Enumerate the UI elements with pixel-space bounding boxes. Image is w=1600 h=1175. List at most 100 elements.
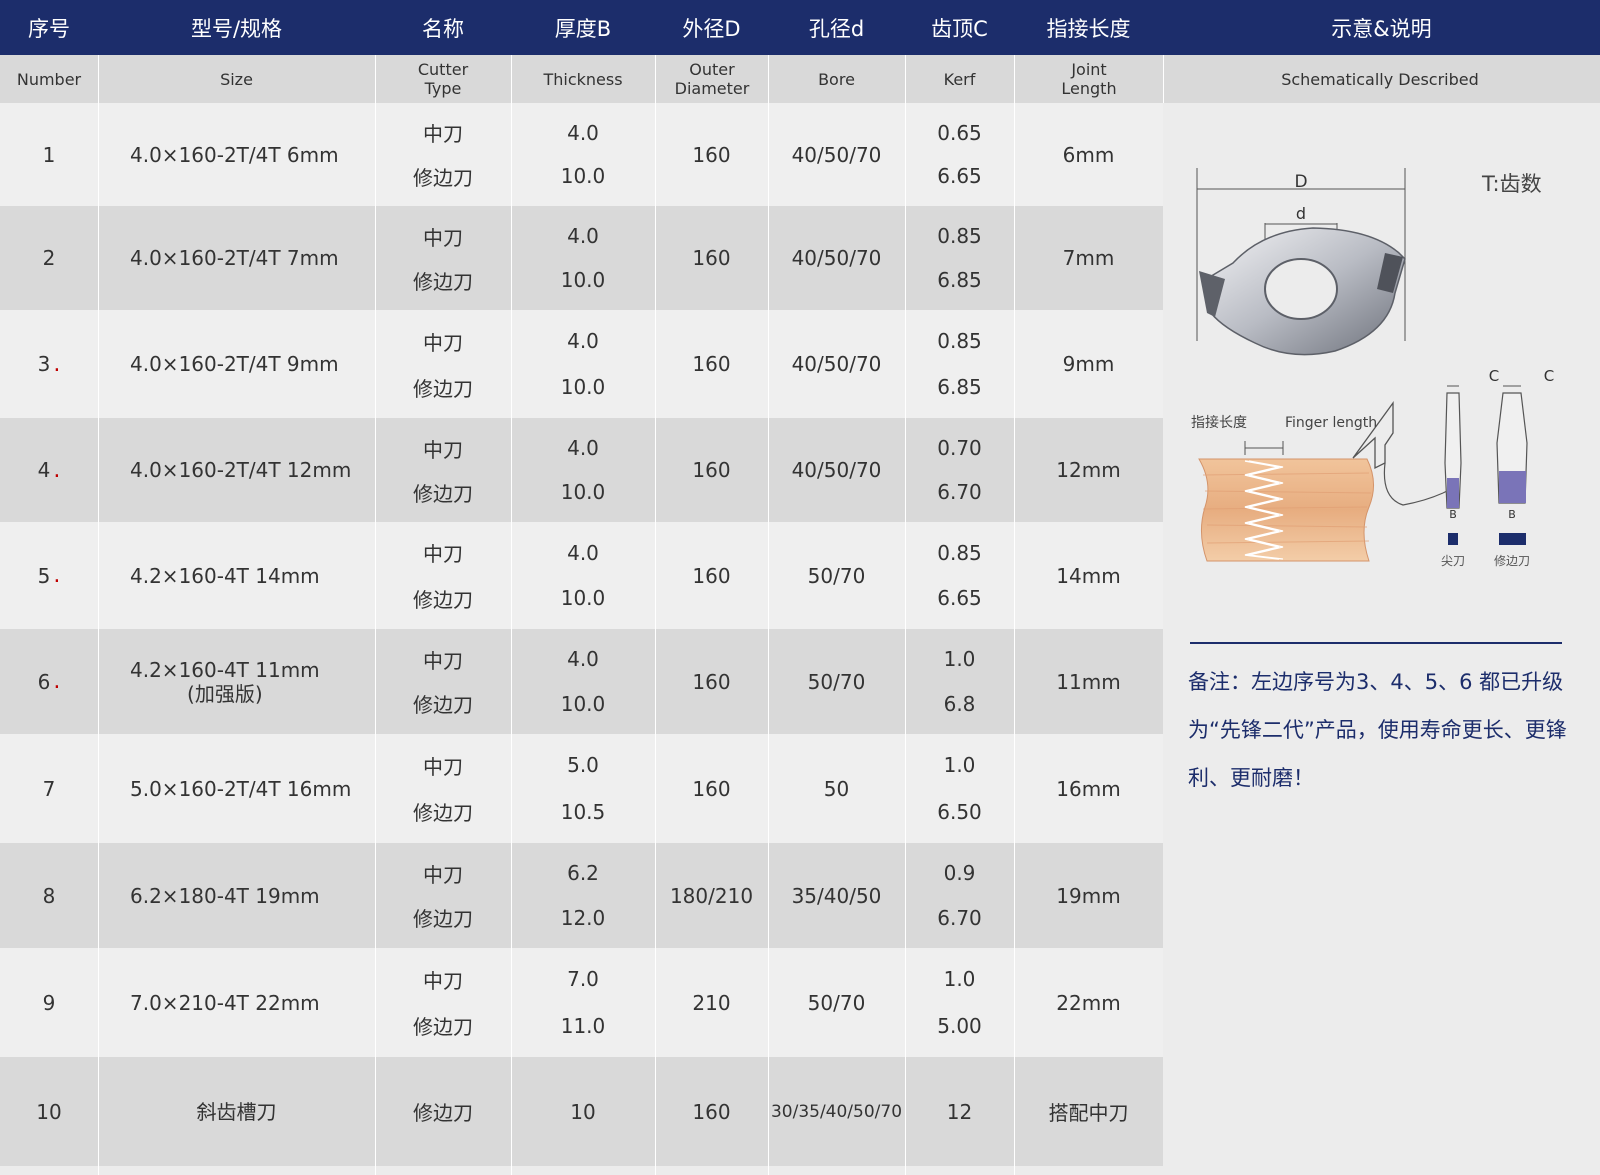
size-text: 4.0×160-2T/4T 9mm [130, 352, 339, 376]
cell-cutter-name: 中刀 修边刀 [375, 629, 511, 734]
cell-bore: 50/70 [768, 948, 905, 1057]
cell-bore: 40/50/70 [768, 310, 905, 418]
cell-cutter-name: 中刀 修边刀 [375, 310, 511, 418]
cell-cutter-name: 中刀 修边刀 [375, 418, 511, 522]
table-row: 10 斜齿槽刀 修边刀 10 160 30/35/40/50/70 12 搭配中刀 [0, 1057, 1163, 1166]
label-finger-cn: 指接长度 [1191, 414, 1247, 431]
cell-joint-length: 12mm [1014, 418, 1163, 522]
row-number: 1 [42, 142, 56, 167]
cell-number: 9 [0, 948, 98, 1057]
cell-thickness-value: 6.2 [567, 861, 599, 886]
cell-kerf-value: 0.70 [937, 436, 982, 460]
cell-kerf: 0.85 6.85 [905, 206, 1014, 310]
column-divider [1014, 55, 1015, 1175]
cell-cutter-name: 中刀 修边刀 [375, 734, 511, 843]
size-note: (加强版) [187, 681, 263, 706]
header-cutter-en: Cutter Type [417, 60, 469, 98]
cell-size: 6.2×180-4T 19mm [98, 843, 375, 948]
cell-bore: 50 [768, 734, 905, 843]
cell-kerf: 0.70 6.70 [905, 418, 1014, 522]
upgrade-note: 备注：左边序号为3、4、5、6 都已升级为“先锋二代”产品，使用寿命更长、更锋利… [1188, 670, 1567, 790]
cell-cutter-name-value: 修边刀 [413, 1015, 473, 1040]
header-joint-cn: 指接长度 [1046, 16, 1131, 41]
cell-thickness-value: 4.0 [567, 540, 599, 565]
row-number: 8 [42, 883, 56, 908]
cell-cutter-name: 中刀 修边刀 [375, 948, 511, 1057]
outer-value: 160 [692, 246, 731, 270]
cell-size: 4.2×160-4T 14mm [98, 522, 375, 629]
column-divider [375, 55, 376, 1175]
table-row: 5. 4.2×160-4T 14mm 中刀 修边刀 4.0 10.0 160 50/70 0.8… [0, 522, 1163, 629]
cell-thickness-value: 4.0 [567, 329, 599, 353]
cell-kerf-value: 1.0 [943, 753, 976, 778]
size-text: 4.0×160-2T/4T 6mm [130, 143, 339, 167]
cell-outer-diameter: 210 [655, 948, 768, 1057]
cell-cutter-name: 中刀 修边刀 [375, 206, 511, 310]
cell-cutter-name-value: 修边刀 [413, 1101, 473, 1125]
cell-size: 4.0×160-2T/4T 6mm [98, 103, 375, 206]
header-joint-en: Joint Length [1061, 60, 1117, 98]
upgrade-dot: . [53, 351, 61, 377]
upgrade-dot: . [53, 457, 61, 483]
size-value: 7.0×210-4T 22mm [130, 990, 320, 1015]
outer-value: 160 [692, 1099, 731, 1124]
cell-size: 斜齿槽刀 [98, 1057, 375, 1166]
cell-number: 10 [0, 1057, 98, 1166]
size-value: 4.2×160-4T 14mm [130, 563, 320, 588]
cell-cutter-name: 修边刀 [375, 1057, 511, 1166]
cell-size: 4.0×160-2T/4T 7mm [98, 206, 375, 310]
outer-value: 160 [692, 776, 731, 801]
column-divider [511, 55, 512, 1175]
cell-kerf: 1.0 6.50 [905, 734, 1014, 843]
outer-value: 160 [692, 458, 731, 482]
cell-thickness: 4.0 10.0 [511, 310, 655, 418]
joint-value: 19mm [1056, 883, 1121, 908]
size-text: 4.2×160-4T 11mm (加强版) [130, 658, 320, 706]
cell-outer-diameter: 160 [655, 103, 768, 206]
cell-kerf: 1.0 5.00 [905, 948, 1014, 1057]
cell-cutter-name-value: 中刀 [423, 122, 463, 147]
cell-number: 3. [0, 310, 98, 418]
cell-kerf-value: 6.85 [937, 375, 982, 399]
bore-value: 40/50/70 [791, 142, 882, 167]
cell-number: 6. [0, 629, 98, 734]
cell-kerf-value: 6.85 [937, 268, 982, 292]
cell-joint-length: 搭配中刀 [1014, 1057, 1163, 1166]
cell-outer-diameter: 160 [655, 734, 768, 843]
cell-number: 8 [0, 843, 98, 948]
cell-thickness: 4.0 10.0 [511, 522, 655, 629]
cell-number: 4. [0, 418, 98, 522]
cell-kerf-value: 1.0 [943, 967, 976, 992]
header-number-en: Number [16, 69, 82, 89]
cell-thickness-value: 10.0 [560, 268, 606, 292]
header-kerf-cn: 齿顶C [931, 16, 988, 41]
cell-thickness: 4.0 10.0 [511, 418, 655, 522]
cell-kerf-value: 5.00 [937, 1013, 982, 1038]
header-size-en: Size [220, 69, 253, 89]
finger-joint-diagram [1198, 441, 1374, 562]
cell-cutter-name-value: 中刀 [423, 437, 463, 462]
cell-number: 5. [0, 522, 98, 629]
cell-thickness: 7.0 11.0 [511, 948, 655, 1057]
cell-outer-diameter: 160 [655, 522, 768, 629]
table-row: 9 7.0×210-4T 22mm 中刀 修边刀 7.0 11.0 210 50/70 1.0 5… [0, 948, 1163, 1057]
cell-kerf-value: 6.8 [943, 691, 976, 716]
header-kerf-en: Kerf [943, 69, 976, 89]
size-text: 5.0×160-2T/4T 16mm [130, 777, 351, 801]
column-divider [905, 55, 906, 1175]
cell-cutter-name-value: 修边刀 [413, 165, 473, 190]
cell-kerf-value: 0.85 [937, 224, 982, 248]
cell-joint-length: 16mm [1014, 734, 1163, 843]
joint-value: 14mm [1056, 563, 1121, 588]
cell-outer-diameter: 180/210 [655, 843, 768, 948]
header-name-cn: 名称 [422, 16, 464, 41]
cell-joint-length: 11mm [1014, 629, 1163, 734]
cell-thickness-value: 11.0 [560, 1013, 606, 1038]
cell-joint-length: 19mm [1014, 843, 1163, 948]
cell-thickness-value: 10.0 [560, 164, 606, 189]
label-thickness-b-tip: B [1449, 508, 1457, 521]
cell-cutter-name-value: 中刀 [423, 225, 463, 250]
outer-value: 210 [692, 990, 731, 1015]
table-row: 4. 4.0×160-2T/4T 12mm 中刀 修边刀 4.0 10.0 160 40/50… [0, 418, 1163, 522]
joint-value: 9mm [1062, 352, 1115, 376]
